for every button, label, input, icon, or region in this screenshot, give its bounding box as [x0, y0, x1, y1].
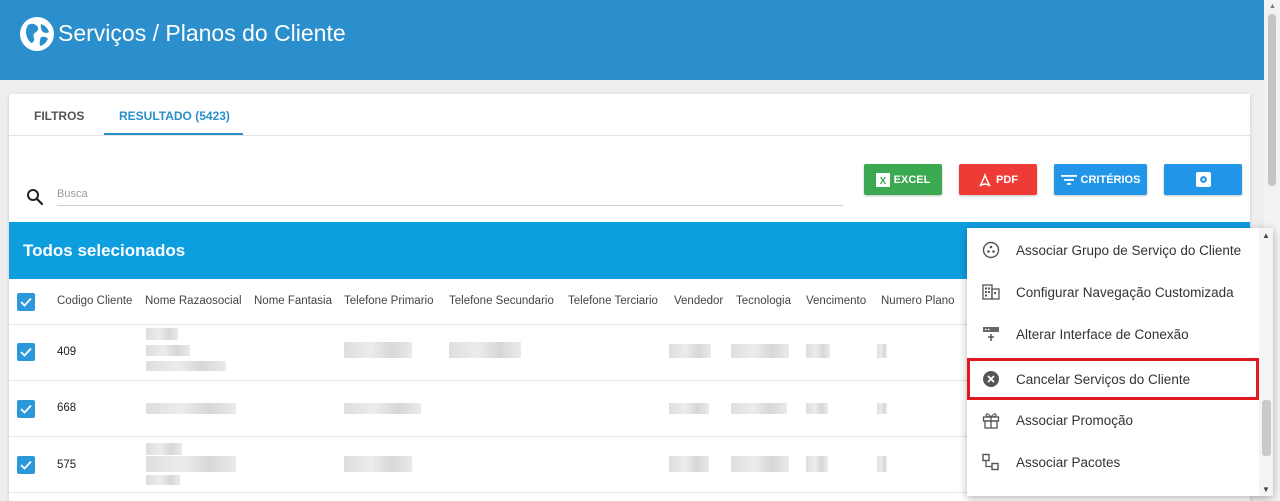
- menu-item-label: Associar Grupo de Serviço do Cliente: [1016, 243, 1242, 258]
- tab-bar: FILTROS RESULTADO (5423): [9, 94, 1250, 136]
- redacted-cell: [806, 403, 828, 414]
- actions-context-menu: Associar Grupo de Serviço do Cliente Con…: [967, 228, 1273, 496]
- menu-scrollbar[interactable]: ▲ ▼: [1259, 228, 1273, 496]
- filter-list-icon: [1060, 174, 1077, 185]
- redacted-cell: [146, 345, 190, 356]
- globe-icon: [20, 17, 54, 51]
- search-input[interactable]: [57, 182, 843, 206]
- column-header-numero-plano[interactable]: Numero Plano: [881, 295, 955, 307]
- page-title: Serviços / Planos do Cliente: [58, 20, 346, 46]
- row-codigo-cliente: 409: [57, 346, 77, 358]
- gift-icon: [981, 411, 1001, 429]
- redacted-cell: [669, 403, 709, 414]
- settings-button[interactable]: [1164, 164, 1242, 195]
- scroll-up-arrow-icon[interactable]: ▲: [1269, 3, 1276, 10]
- column-header-telefone-terciario[interactable]: Telefone Terciario: [568, 295, 658, 307]
- building-icon: [981, 283, 1001, 301]
- menu-item-label: Associar Promoção: [1016, 413, 1134, 428]
- row-checkbox[interactable]: [17, 456, 35, 474]
- menu-item-label: Associar Pacotes: [1016, 455, 1121, 470]
- menu-item-associar-pacotes[interactable]: Associar Pacotes: [967, 441, 1259, 483]
- menu-scrollbar-thumb[interactable]: [1262, 400, 1271, 456]
- column-header-codigo-cliente[interactable]: Codigo Cliente: [57, 295, 132, 307]
- redacted-cell: [806, 456, 828, 472]
- check-icon: [20, 404, 32, 414]
- tab-filtros[interactable]: FILTROS: [34, 109, 84, 123]
- export-pdf-button[interactable]: PDF: [959, 164, 1037, 195]
- pdf-icon: [979, 172, 991, 187]
- menu-item-cancelar-servicos[interactable]: Cancelar Serviços do Cliente: [967, 358, 1259, 400]
- menu-item-configurar-navegacao[interactable]: Configurar Navegação Customizada: [967, 271, 1259, 313]
- redacted-cell: [669, 344, 711, 358]
- column-header-tecnologia[interactable]: Tecnologia: [736, 295, 791, 307]
- redacted-cell: [449, 342, 521, 358]
- tab-resultado[interactable]: RESULTADO (5423): [119, 109, 230, 123]
- redacted-cell: [146, 443, 182, 455]
- menu-scroll-down-icon[interactable]: ▼: [1262, 485, 1270, 494]
- column-header-telefone-secundario[interactable]: Telefone Secundario: [449, 295, 554, 307]
- redacted-cell: [344, 342, 412, 358]
- redacted-cell: [877, 456, 887, 472]
- row-codigo-cliente: 668: [57, 402, 77, 414]
- check-icon: [20, 460, 32, 470]
- redacted-cell: [146, 456, 236, 472]
- menu-item-label: Cancelar Serviços do Cliente: [1016, 372, 1191, 387]
- redacted-cell: [806, 344, 830, 358]
- packages-icon: [981, 453, 1001, 471]
- menu-item-alterar-interface[interactable]: Alterar Interface de Conexão: [967, 313, 1259, 355]
- column-header-nome-fantasia[interactable]: Nome Fantasia: [254, 295, 332, 307]
- group-icon: [981, 241, 1001, 259]
- excel-icon: X: [875, 172, 890, 187]
- redacted-cell: [731, 344, 789, 358]
- menu-item-label: Alterar Interface de Conexão: [1016, 327, 1189, 342]
- redacted-cell: [669, 456, 709, 472]
- gear-icon: [1195, 172, 1211, 187]
- criterios-label: CRITÉRIOS: [1080, 173, 1141, 186]
- cancel-icon: [981, 370, 1001, 388]
- menu-item-associar-promocao[interactable]: Associar Promoção: [967, 399, 1259, 441]
- redacted-cell: [344, 456, 412, 472]
- redacted-cell: [877, 344, 887, 358]
- redacted-cell: [146, 328, 178, 340]
- redacted-cell: [146, 475, 180, 485]
- redacted-cell: [344, 403, 421, 414]
- check-icon: [20, 347, 32, 357]
- redacted-cell: [146, 361, 226, 371]
- redacted-cell: [731, 456, 789, 472]
- pdf-label: PDF: [996, 173, 1018, 186]
- row-checkbox[interactable]: [17, 343, 35, 361]
- check-icon: [20, 297, 32, 307]
- menu-item-associar-grupo[interactable]: Associar Grupo de Serviço do Cliente: [967, 229, 1259, 271]
- redacted-cell: [146, 403, 236, 414]
- column-header-vencimento[interactable]: Vencimento: [806, 295, 866, 307]
- criterios-button[interactable]: CRITÉRIOS: [1054, 164, 1147, 195]
- active-tab-indicator: [104, 133, 243, 135]
- network-interface-icon: [981, 325, 1001, 343]
- column-header-vendedor[interactable]: Vendedor: [674, 295, 723, 307]
- row-codigo-cliente: 575: [57, 459, 77, 471]
- menu-item-label: Configurar Navegação Customizada: [1016, 285, 1234, 300]
- search-icon: [27, 189, 44, 206]
- selection-banner-text: Todos selecionados: [23, 241, 186, 260]
- select-all-checkbox[interactable]: [17, 293, 35, 311]
- excel-label: EXCEL: [893, 173, 931, 186]
- page-scrollbar-thumb[interactable]: [1268, 14, 1276, 186]
- menu-scroll-up-icon[interactable]: ▲: [1262, 231, 1270, 240]
- export-excel-button[interactable]: X EXCEL: [864, 164, 942, 195]
- column-header-nome-razaosocial[interactable]: Nome Razaosocial: [145, 295, 242, 307]
- column-header-telefone-primario[interactable]: Telefone Primario: [344, 295, 433, 307]
- redacted-cell: [731, 403, 787, 414]
- redacted-cell: [877, 403, 887, 414]
- row-checkbox[interactable]: [17, 400, 35, 418]
- svg-text:X: X: [879, 176, 886, 187]
- app-header: Serviços / Planos do Cliente: [0, 0, 1264, 80]
